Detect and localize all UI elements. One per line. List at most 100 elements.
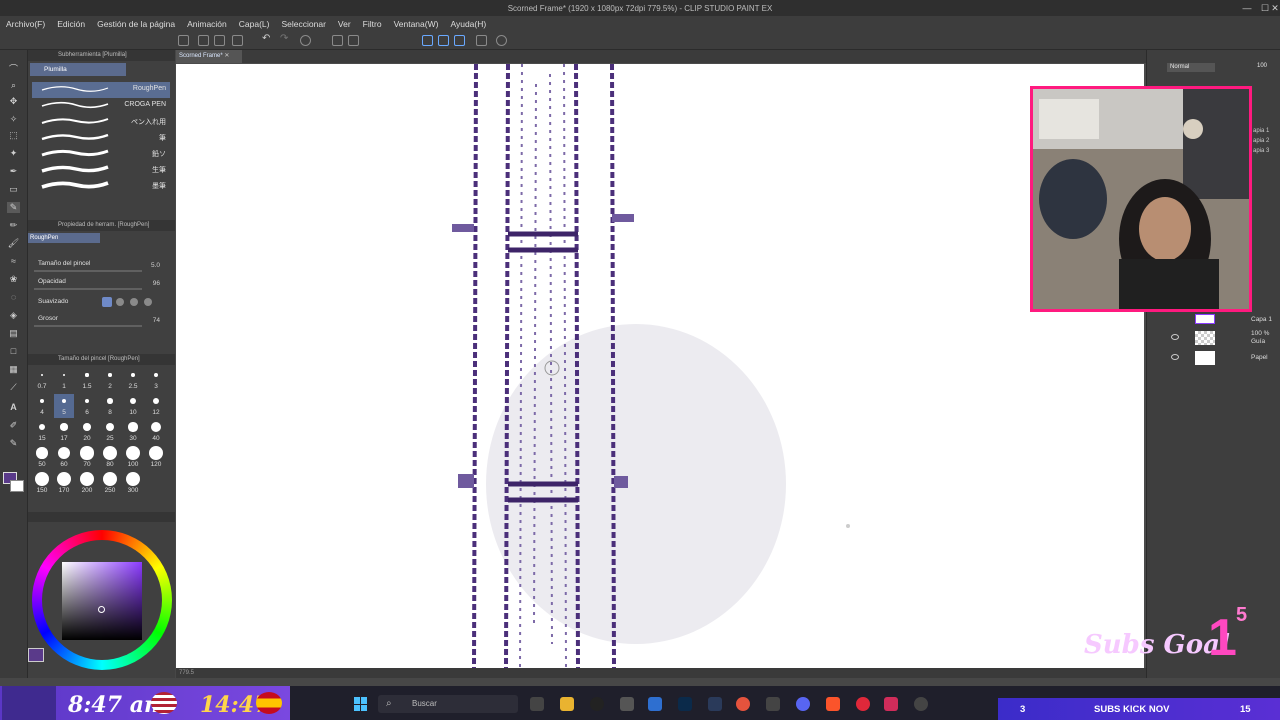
brush-size-cell[interactable]: 15 xyxy=(32,420,52,444)
steam-icon[interactable] xyxy=(708,697,722,711)
stabilization-option[interactable] xyxy=(116,298,124,306)
windows-start-icon[interactable] xyxy=(354,697,368,711)
brush-size-cell[interactable]: 4 xyxy=(32,394,52,418)
brush-size-cell[interactable]: 60 xyxy=(54,446,74,470)
stabilization-row[interactable]: Suavizado xyxy=(34,297,170,312)
brush-size-cell[interactable]: 20 xyxy=(77,420,97,444)
menu-animation[interactable]: Animación xyxy=(181,19,233,29)
ruler-icon[interactable] xyxy=(476,35,487,46)
brush-size-cell[interactable]: 0.7 xyxy=(32,368,52,392)
brush-size-cell[interactable]: 170 xyxy=(54,472,74,496)
move-icon[interactable]: ✥ xyxy=(7,96,20,107)
correct-line-icon[interactable]: ✎ xyxy=(7,438,20,449)
eyedropper-icon[interactable]: ✒ xyxy=(7,166,20,177)
brush-item-roughpen[interactable]: RoughPen xyxy=(32,82,170,98)
visibility-eye-icon[interactable] xyxy=(1171,334,1179,340)
prop-value[interactable]: 5.0 xyxy=(151,262,160,269)
app-icon[interactable] xyxy=(884,697,898,711)
zoom-icon[interactable]: ⌕ xyxy=(7,80,20,91)
eraser-icon[interactable]: ▭ xyxy=(7,184,20,195)
brush-size-cell[interactable]: 5 xyxy=(54,394,74,418)
clip-studio-icon[interactable] xyxy=(620,697,634,711)
brave-icon[interactable] xyxy=(826,697,840,711)
color-picker-handle[interactable] xyxy=(98,606,105,613)
stabilization-option-active[interactable] xyxy=(102,297,112,307)
crop-icon[interactable] xyxy=(348,35,359,46)
current-color-swatch[interactable] xyxy=(28,648,44,662)
figure-icon[interactable]: □ xyxy=(7,346,20,357)
brush-size-cell[interactable]: 120 xyxy=(146,446,166,470)
snap-grid-icon[interactable] xyxy=(438,35,449,46)
obs-icon[interactable] xyxy=(766,697,780,711)
canvas-area[interactable]: Scorned Frame* ✕ xyxy=(176,50,1146,668)
layer-row-papel[interactable]: Papel xyxy=(1167,350,1279,366)
snap-ruler-icon[interactable] xyxy=(422,35,433,46)
snap-point-icon[interactable] xyxy=(454,35,465,46)
photos-icon[interactable] xyxy=(648,697,662,711)
brush-item-croga[interactable]: CROGA PEN xyxy=(32,98,170,114)
brush-size-cell[interactable]: 25 xyxy=(100,420,120,444)
task-view-icon[interactable] xyxy=(530,697,544,711)
thickness-slider[interactable] xyxy=(34,325,142,327)
brush-size-cell[interactable]: 300 xyxy=(123,472,143,496)
brush-size-cell[interactable]: 80 xyxy=(100,446,120,470)
open-icon[interactable] xyxy=(198,35,209,46)
brush-size-cell[interactable]: 10 xyxy=(123,394,143,418)
opacity-row[interactable]: Opacidad 96 xyxy=(34,278,170,292)
brush-size-cell[interactable]: 17 xyxy=(54,420,74,444)
balloon-icon[interactable]: ✐ xyxy=(7,420,20,431)
saturation-square[interactable] xyxy=(62,562,142,640)
airbrush-icon[interactable]: ≈ xyxy=(7,256,20,267)
subtool-group-tab[interactable]: Plumilla xyxy=(30,63,126,76)
menu-view[interactable]: Ver xyxy=(332,19,357,29)
menu-file[interactable]: Archivo(F) xyxy=(0,19,51,29)
brush-item-3[interactable]: ペン入れ用 xyxy=(32,114,170,130)
brush-size-cell[interactable]: 2.5 xyxy=(123,368,143,392)
stabilization-option[interactable] xyxy=(144,298,152,306)
gradient-icon[interactable]: ▤ xyxy=(7,328,20,339)
menu-window[interactable]: Ventana(W) xyxy=(388,19,445,29)
opera-icon[interactable] xyxy=(856,697,870,711)
firefox-icon[interactable] xyxy=(736,697,750,711)
layer-row-capa1[interactable]: Capa 1 xyxy=(1167,312,1279,328)
selection-icon[interactable]: ⬚ xyxy=(7,130,20,141)
text-icon[interactable]: A xyxy=(7,402,20,413)
menu-help[interactable]: Ayuda(H) xyxy=(444,19,492,29)
brush-size-cell[interactable]: 1 xyxy=(54,368,74,392)
brush-item-5[interactable]: 鉛ソ xyxy=(32,146,170,162)
brush-size-cell[interactable]: 6 xyxy=(77,394,97,418)
pen-icon[interactable]: ✎ xyxy=(7,202,20,213)
brush-size-cell[interactable]: 150 xyxy=(32,472,52,496)
menu-page[interactable]: Gestión de la página xyxy=(91,19,181,29)
brush-item-6[interactable]: 生筆 xyxy=(32,162,170,178)
menu-layer[interactable]: Capa(L) xyxy=(233,19,276,29)
lasso-icon[interactable]: ⌒ xyxy=(7,64,20,75)
brush-icon[interactable]: 🖌 xyxy=(7,238,20,249)
chrome-icon[interactable] xyxy=(590,697,604,711)
brush-size-cell[interactable]: 1.5 xyxy=(77,368,97,392)
layer-opacity[interactable]: 100 xyxy=(1257,63,1267,69)
pencil-icon[interactable]: ✏ xyxy=(7,220,20,231)
brush-size-slider[interactable] xyxy=(34,270,142,272)
fill-icon[interactable]: ◈ xyxy=(7,310,20,321)
stabilizer-icon[interactable] xyxy=(496,35,507,46)
stabilization-option[interactable] xyxy=(130,298,138,306)
layer-row-guia[interactable]: 100 % Guía xyxy=(1167,330,1279,346)
drawing-paper[interactable] xyxy=(176,64,1144,668)
brush-size-cell[interactable]: 8 xyxy=(100,394,120,418)
brush-item-4[interactable]: 筆 xyxy=(32,130,170,146)
menu-edit[interactable]: Edición xyxy=(51,19,91,29)
brush-size-cell[interactable]: 250 xyxy=(100,472,120,496)
brush-size-cell[interactable]: 100 xyxy=(123,446,143,470)
brush-size-cell[interactable]: 50 xyxy=(32,446,52,470)
prop-value[interactable]: 96 xyxy=(153,280,160,287)
brush-size-cell[interactable]: 2 xyxy=(100,368,120,392)
brush-item-7[interactable]: 墨筆 xyxy=(32,178,170,194)
prop-value[interactable]: 74 xyxy=(153,317,160,324)
brush-size-cell[interactable]: 12 xyxy=(146,394,166,418)
canvas-tab[interactable]: Scorned Frame* ✕ xyxy=(176,50,242,63)
opacity-slider[interactable] xyxy=(34,288,142,290)
redo-icon[interactable]: ↷ xyxy=(280,33,291,44)
file-explorer-icon[interactable] xyxy=(560,697,574,711)
menu-filter[interactable]: Filtro xyxy=(357,19,388,29)
